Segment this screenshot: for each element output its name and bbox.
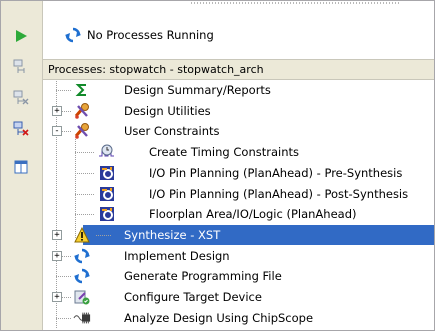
process-props-icon xyxy=(13,59,25,73)
tree-line xyxy=(56,90,72,91)
tree-item[interactable]: + Design Utilities xyxy=(43,101,434,121)
tree-item[interactable]: Create Timing Constraints xyxy=(43,142,434,162)
tree-item-label: User Constraints xyxy=(124,124,220,139)
tree-item[interactable]: Analyze Design Using ChipScope xyxy=(43,308,434,328)
processes-header: Processes: stopwatch - stopwatch_arch xyxy=(43,59,434,80)
sigma-icon xyxy=(73,81,91,99)
tree-item-label: Create Timing Constraints xyxy=(149,145,299,160)
planahead-icon xyxy=(98,185,116,203)
tools-icon xyxy=(73,122,91,140)
rerun-icon xyxy=(13,90,29,105)
tree-line xyxy=(96,234,112,236)
rerun-all-button[interactable] xyxy=(11,88,31,108)
tree-item[interactable]: Design Summary/Reports xyxy=(43,80,434,100)
process-status-bar: No Processes Running xyxy=(43,23,434,47)
tree-item[interactable]: Floorplan Area/IO/Logic (PlanAhead) xyxy=(43,204,434,224)
status-text: No Processes Running xyxy=(87,28,214,42)
run-button[interactable] xyxy=(11,26,31,46)
stop-process-icon xyxy=(13,121,29,136)
expand-toggle[interactable]: + xyxy=(52,229,62,240)
tree-line xyxy=(75,193,95,195)
tree-item[interactable]: - User Constraints xyxy=(43,121,434,141)
process-tree: Design Summary/Reports + Design Utilities -… xyxy=(43,80,434,330)
device-icon xyxy=(73,288,91,306)
tree-line xyxy=(75,172,95,174)
tree-line xyxy=(75,214,95,216)
tree-item-label: I/O Pin Planning (PlanAhead) - Pre-Synth… xyxy=(149,165,403,180)
tree-item[interactable]: I/O Pin Planning (PlanAhead) - Pre-Synth… xyxy=(43,163,434,183)
expand-toggle[interactable]: + xyxy=(52,292,62,302)
refresh-icon xyxy=(73,247,91,265)
tree-item[interactable]: + Synthesize - XST xyxy=(52,224,434,245)
refresh-icon xyxy=(73,267,91,285)
planahead-icon xyxy=(98,205,116,223)
tree-item[interactable]: + Implement Design xyxy=(43,246,434,266)
tree-item-label: Generate Programming File xyxy=(124,269,282,284)
processes-panel: No Processes Running Processes: stopwatc… xyxy=(0,0,435,331)
chipscope-icon xyxy=(73,309,91,327)
tree-line xyxy=(75,152,95,154)
process-properties-button[interactable] xyxy=(11,57,31,77)
clock-icon xyxy=(98,143,116,161)
panel-grip[interactable] xyxy=(191,2,401,4)
expand-toggle[interactable]: + xyxy=(52,105,62,116)
play-icon xyxy=(16,30,27,42)
stop-button[interactable] xyxy=(11,119,31,139)
refresh-icon xyxy=(65,27,81,43)
tree-item-label: Analyze Design Using ChipScope xyxy=(124,310,314,325)
tree-item-label: Design Summary/Reports xyxy=(124,83,271,97)
tree-item-label: Implement Design xyxy=(124,248,230,263)
expand-toggle[interactable]: + xyxy=(52,250,62,261)
tree-item[interactable]: I/O Pin Planning (PlanAhead) - Post-Synt… xyxy=(43,184,434,204)
view-design-summary-button[interactable] xyxy=(11,157,31,177)
warning-icon xyxy=(73,226,91,244)
window-icon xyxy=(14,160,28,174)
tree-item-label: Design Utilities xyxy=(124,103,211,118)
tree-item[interactable]: + Configure Target Device xyxy=(43,287,434,307)
tree-line xyxy=(56,276,72,278)
planahead-icon xyxy=(98,164,116,182)
process-toolbar xyxy=(1,1,43,330)
tree-item-label: I/O Pin Planning (PlanAhead) - Post-Synt… xyxy=(149,186,409,201)
tree-item-label: Configure Target Device xyxy=(124,290,262,304)
tree-item[interactable]: Generate Programming File xyxy=(43,266,434,286)
tools-icon xyxy=(73,102,91,120)
tree-item-label: Synthesize - XST xyxy=(124,227,221,242)
tree-line xyxy=(56,317,72,319)
collapse-toggle[interactable]: - xyxy=(52,126,62,137)
tree-item-label: Floorplan Area/IO/Logic (PlanAhead) xyxy=(149,207,357,222)
